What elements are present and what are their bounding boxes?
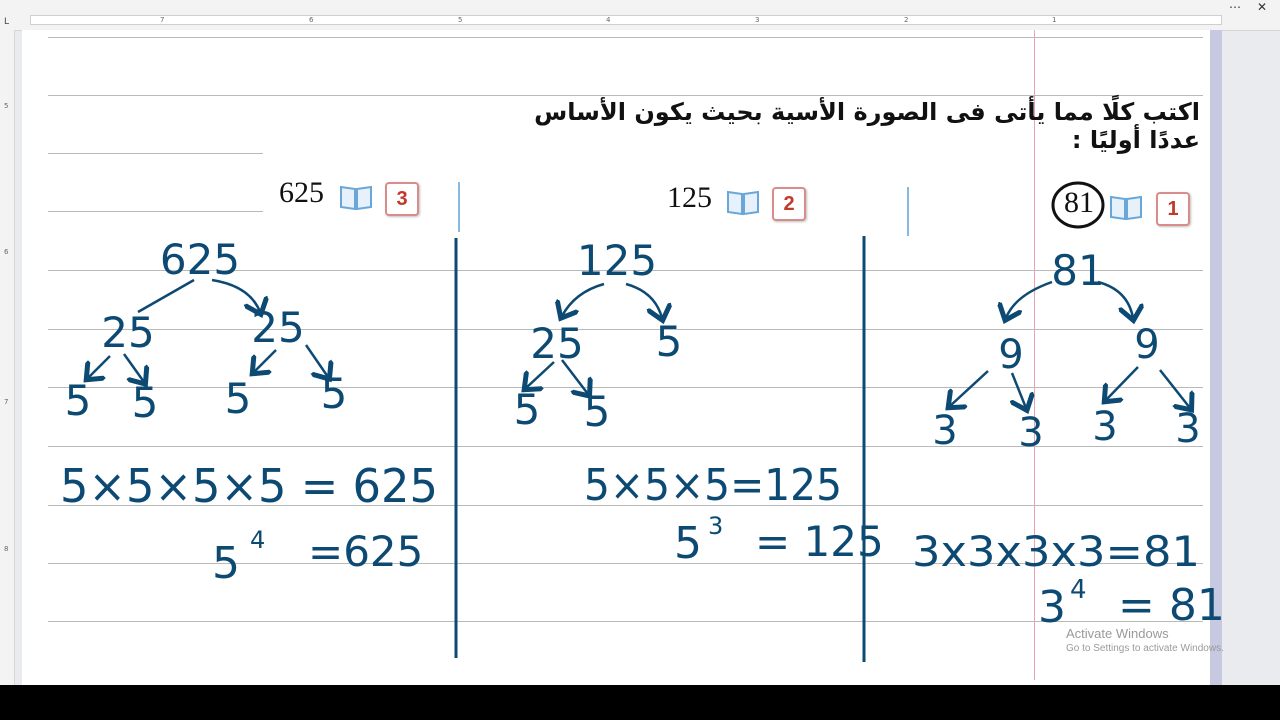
product-equation: 5×5×5×5 = 625 <box>60 459 438 513</box>
tree-leaf: 5 <box>584 387 611 436</box>
power-exponent: 4 <box>250 526 265 554</box>
circle-mark <box>1051 181 1105 229</box>
watermark-subtitle: Go to Settings to activate Windows. <box>1066 643 1224 654</box>
handwritten-annotations: 81 9 9 3 3 3 3 3x3x3x3=81 3 4 = 81 125 2… <box>60 181 1225 662</box>
bottom-letterbox <box>0 685 1280 720</box>
power-base: 5 <box>674 518 702 569</box>
tree-node: 9 <box>998 332 1023 378</box>
tree-leaf: 5 <box>514 385 541 434</box>
power-base: 5 <box>212 538 240 589</box>
power-base: 3 <box>1038 582 1066 633</box>
product-equation: 3x3x3x3=81 <box>912 527 1200 576</box>
tree-root: 125 <box>577 236 657 285</box>
power-exponent: 4 <box>1070 575 1087 605</box>
product-equation: 5×5×5=125 <box>584 460 842 511</box>
tree-node: 5 <box>656 317 683 366</box>
tree-root: 625 <box>160 235 240 284</box>
tree-leaf: 5 <box>321 369 348 418</box>
tree-leaf: 3 <box>1018 410 1043 456</box>
activate-windows-watermark: Activate Windows Go to Settings to activ… <box>1066 626 1224 654</box>
power-exponent: 3 <box>708 512 723 540</box>
power-result: = 125 <box>755 517 884 566</box>
tree-node: 25 <box>530 319 583 368</box>
tree-leaf: 5 <box>132 378 159 427</box>
power-result: =625 <box>308 527 423 576</box>
power-result: = 81 <box>1118 580 1225 631</box>
tree-leaf: 5 <box>65 376 92 425</box>
tree-leaf: 3 <box>1175 406 1200 452</box>
tree-root: 81 <box>1051 246 1104 295</box>
watermark-title: Activate Windows <box>1066 626 1169 641</box>
tree-node: 25 <box>101 308 154 357</box>
tree-leaf: 5 <box>225 374 252 423</box>
document-window: L 7 6 5 4 3 2 1 ⋯ ✕ 5 6 7 8 اكتب كلًا مم… <box>0 0 1280 685</box>
tree-leaf: 3 <box>1092 404 1117 450</box>
tree-node: 25 <box>251 303 304 352</box>
tree-node: 9 <box>1134 322 1159 368</box>
tree-leaf: 3 <box>932 408 957 454</box>
